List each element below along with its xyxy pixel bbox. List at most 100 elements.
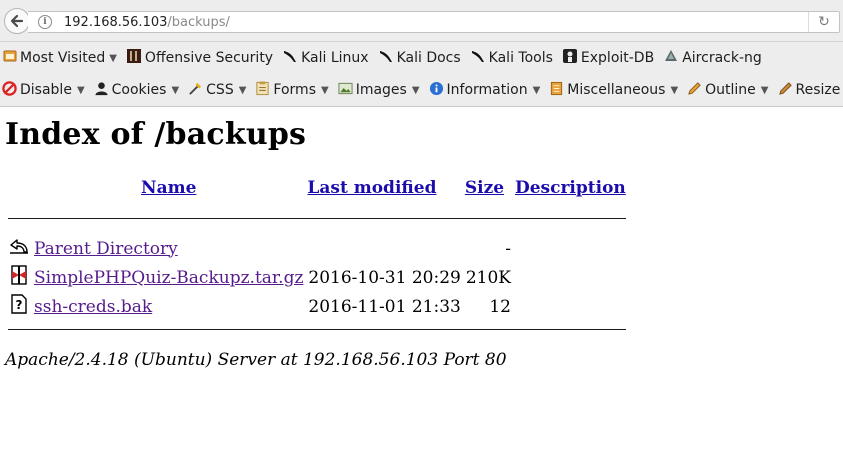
kali-dragon-icon (282, 48, 298, 68)
bookmark-label: Kali Tools (488, 50, 553, 66)
devtool-forms[interactable]: Forms ▼ (255, 80, 329, 100)
exploitdb-icon (562, 48, 578, 68)
file-modified-cell: 2016-10-31 20:29 (308, 267, 461, 288)
bookmarks-toolbar: Most Visited ▼ Offensive Security Kali L… (0, 42, 843, 74)
devtool-cookies[interactable]: Cookies ▼ (94, 81, 180, 100)
sort-by-description-link[interactable]: Description (515, 178, 626, 198)
unknown-file-icon: ? (8, 293, 30, 320)
bookmark-label: Offensive Security (144, 50, 274, 66)
page-title: Index of /backups (5, 117, 307, 152)
separator-row (8, 322, 626, 344)
chevron-down-icon: ▼ (532, 84, 541, 96)
disable-icon (2, 80, 17, 100)
bookmark-label: Most Visited (20, 50, 106, 66)
outline-icon (687, 81, 702, 100)
table-row: SimplePHPQuiz-Backupz.tar.gz 2016-10-31 … (8, 264, 626, 291)
file-modified-cell: 2016-11-01 21:33 (308, 296, 461, 317)
bookmark-kali-linux[interactable]: Kali Linux (282, 48, 369, 68)
url-host: 192.168.56.103 (64, 14, 168, 30)
back-button[interactable] (4, 8, 30, 34)
devtool-miscellaneous[interactable]: Miscellaneous ▼ (549, 81, 678, 100)
file-link[interactable]: ssh-creds.bak (34, 297, 152, 317)
file-link[interactable]: SimplePHPQuiz-Backupz.tar.gz (34, 268, 303, 288)
file-description-cell (515, 293, 626, 320)
devtool-label: CSS (206, 82, 234, 98)
devtool-css[interactable]: CSS ▼ (188, 81, 246, 100)
devtool-label: Images (355, 82, 407, 98)
bookmark-label: Exploit-DB (580, 50, 655, 66)
devtool-images[interactable]: Images ▼ (338, 81, 420, 100)
bookmark-label: Kali Docs (396, 50, 461, 66)
images-icon (338, 81, 353, 100)
url-text[interactable]: 192.168.56.103/backups/ (64, 15, 230, 30)
bookmark-offensive-security[interactable]: Offensive Security (126, 48, 273, 68)
description-column-header: Description (515, 177, 626, 209)
server-signature: Apache/2.4.18 (Ubuntu) Server at 192.168… (5, 350, 507, 370)
chevron-down-icon: ▼ (760, 84, 769, 96)
table-row: ? ssh-creds.bak 2016-11-01 21:33 12 (8, 293, 626, 320)
file-description-cell (515, 235, 626, 262)
chevron-down-icon: ▼ (109, 52, 117, 64)
bookmark-exploit-db[interactable]: Exploit-DB (562, 48, 654, 68)
offsec-icon (126, 48, 142, 68)
chevron-down-icon: ▼ (320, 84, 329, 96)
table-row: Parent Directory - (8, 235, 626, 262)
bookmark-aircrack-ng[interactable]: Aircrack-ng (663, 48, 762, 68)
directory-listing-table: Name Last modified Size Description Pare… (5, 175, 629, 346)
separator-row (8, 211, 626, 233)
svg-text:?: ? (16, 298, 23, 312)
css-icon (188, 81, 203, 100)
devtool-outline[interactable]: Outline ▼ (687, 81, 769, 100)
aircrack-icon (663, 48, 679, 68)
file-name-cell: ssh-creds.bak (33, 293, 304, 320)
file-size-cell: 12 (489, 296, 511, 317)
file-size-cell: - (505, 238, 511, 259)
devtool-label: Information (446, 82, 528, 98)
chevron-down-icon: ▼ (411, 84, 420, 96)
devtool-disable[interactable]: Disable ▼ (2, 80, 85, 100)
icon-column-header (8, 177, 30, 209)
information-icon (429, 81, 444, 100)
bookmark-kali-docs[interactable]: Kali Docs (378, 48, 461, 68)
parent-directory-icon (8, 235, 30, 262)
file-link[interactable]: Parent Directory (34, 239, 178, 259)
kali-dragon-icon (378, 48, 394, 68)
devtool-information[interactable]: Information ▼ (429, 81, 541, 100)
compressed-file-icon (8, 264, 30, 291)
footer-separator (8, 322, 626, 344)
web-developer-toolbar: Disable ▼ Cookies ▼ CSS ▼ Forms ▼ Images… (0, 74, 843, 107)
bookmark-kali-tools[interactable]: Kali Tools (470, 48, 553, 68)
file-size-cell: 210K (465, 267, 511, 288)
sort-by-name-link[interactable]: Name (141, 178, 196, 198)
devtool-label: Cookies (111, 82, 167, 98)
reload-icon[interactable]: ↻ (808, 12, 839, 32)
devtool-label: Miscellaneous (567, 82, 666, 98)
devtool-label: Forms (273, 82, 316, 98)
size-column-header: Size (465, 177, 512, 209)
site-info-icon[interactable]: i (38, 15, 52, 29)
name-column-header: Name (33, 177, 304, 209)
devtool-resize[interactable]: Resize ▼ (778, 81, 843, 100)
url-bar[interactable]: i 192.168.56.103/backups/ ↻ (28, 11, 840, 33)
devtool-label: Outline (705, 82, 756, 98)
url-path: /backups/ (167, 14, 230, 30)
file-name-cell: SimplePHPQuiz-Backupz.tar.gz (33, 264, 304, 291)
chevron-down-icon: ▼ (171, 84, 180, 96)
sort-by-modified-link[interactable]: Last modified (307, 178, 436, 198)
file-modified-cell (307, 235, 461, 262)
modified-column-header: Last modified (307, 177, 461, 209)
bookmark-most-visited[interactable]: Most Visited ▼ (3, 49, 117, 67)
chevron-down-icon: ▼ (238, 84, 247, 96)
table-header-row: Name Last modified Size Description (8, 177, 626, 209)
chevron-down-icon: ▼ (76, 84, 85, 96)
most-visited-icon (3, 49, 17, 67)
file-name-cell: Parent Directory (33, 235, 304, 262)
header-separator (8, 211, 626, 233)
bookmark-label: Aircrack-ng (682, 50, 762, 66)
back-arrow-icon (10, 14, 24, 28)
miscellaneous-icon (549, 81, 564, 100)
bookmark-label: Kali Linux (301, 50, 369, 66)
page-content: Index of /backups Name Last modified Siz… (0, 117, 843, 370)
kali-dragon-icon (470, 48, 486, 68)
sort-by-size-link[interactable]: Size (465, 178, 504, 198)
